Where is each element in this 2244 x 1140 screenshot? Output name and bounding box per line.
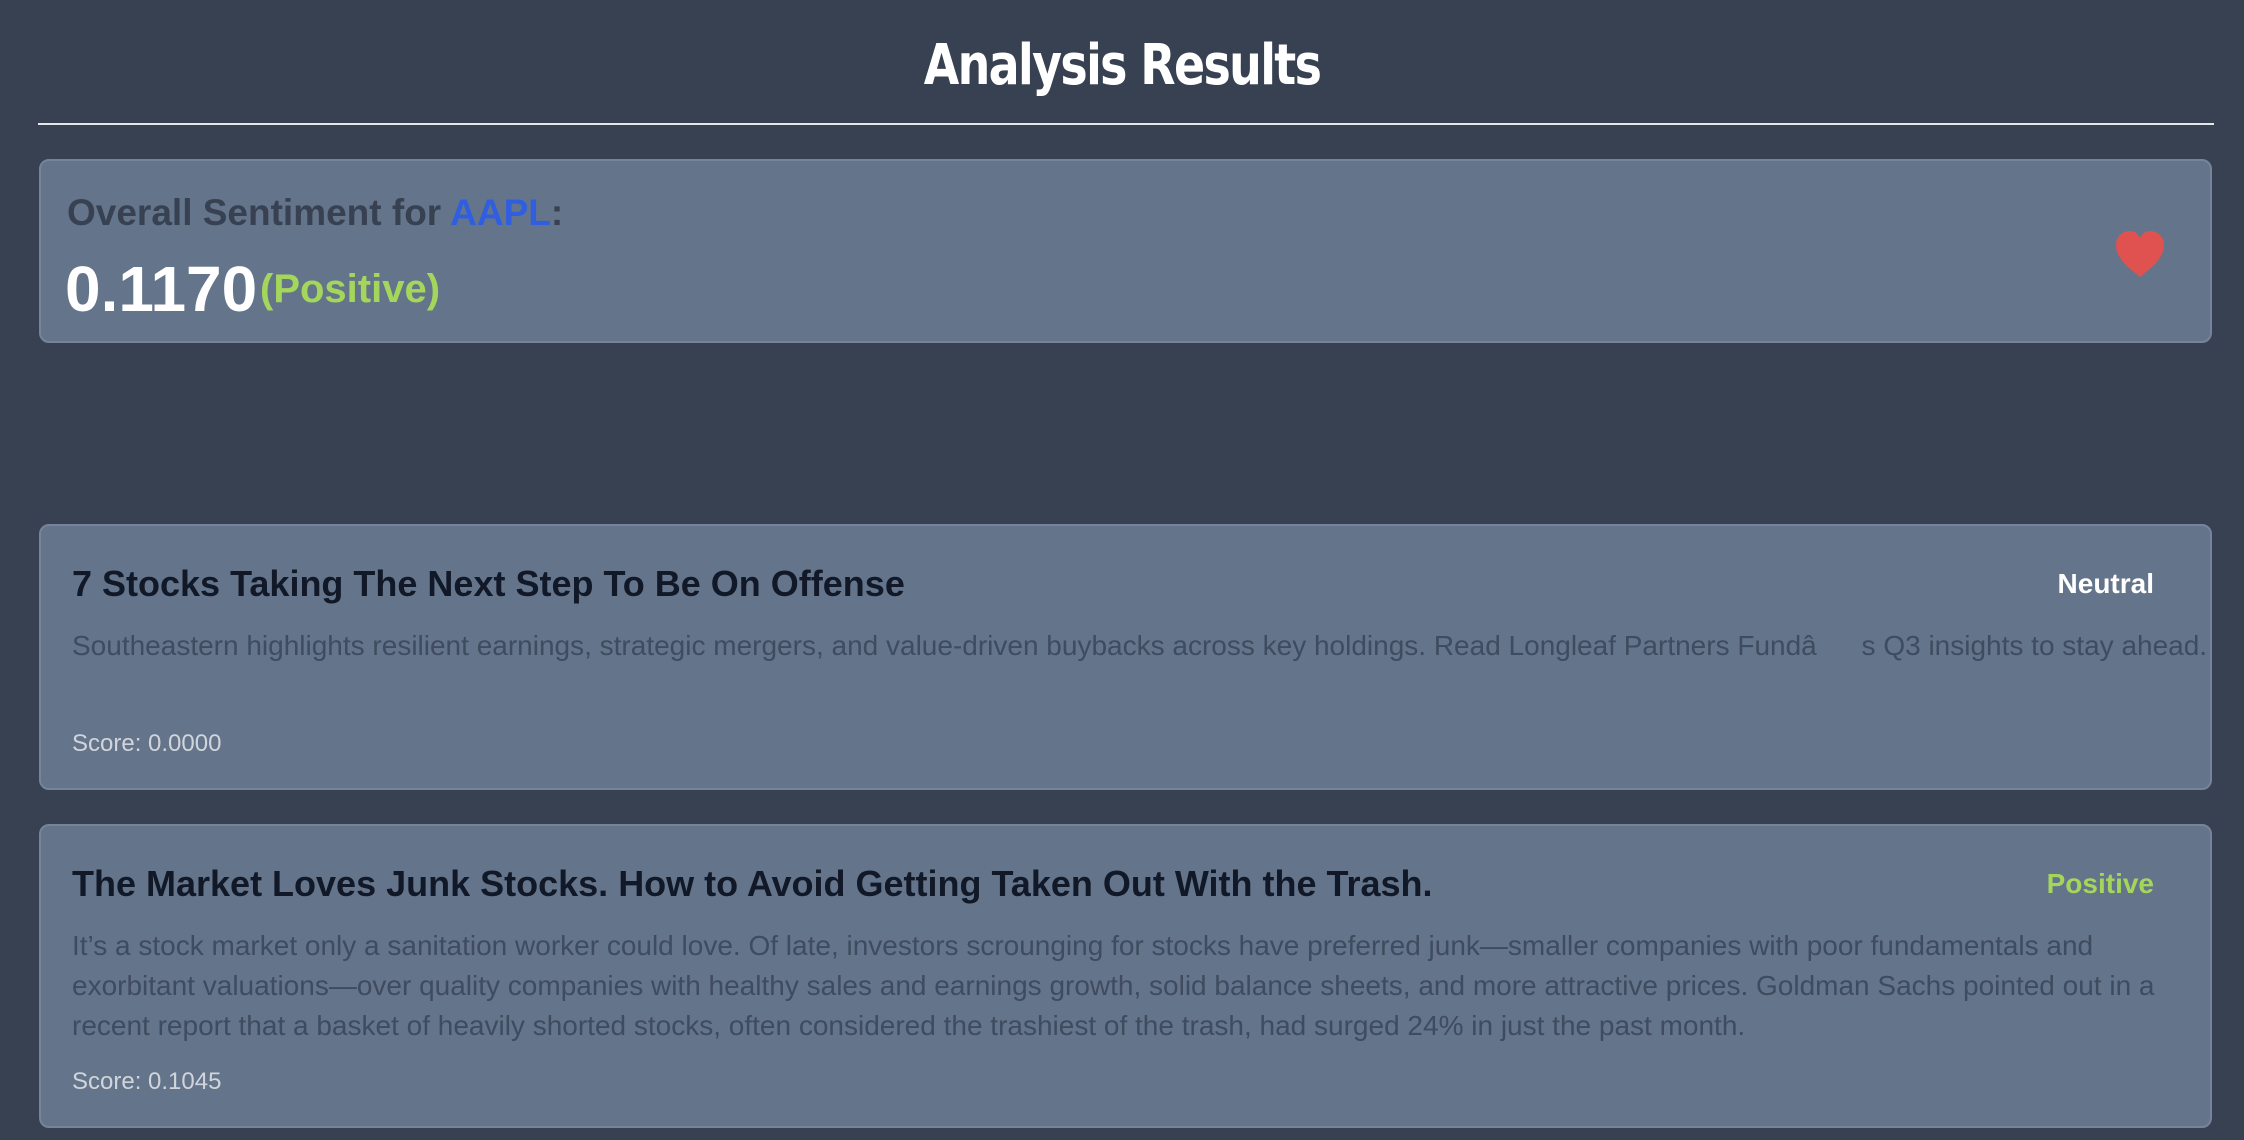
overall-sentiment-label: Overall Sentiment for AAPL: — [67, 191, 563, 235]
page-title: Analysis Results — [923, 33, 1322, 98]
overall-sentiment-score: 0.1170 — [65, 253, 258, 325]
overall-sentiment-colon: : — [550, 192, 564, 233]
article-card: 7 Stocks Taking The Next Step To Be On O… — [39, 524, 2212, 790]
article-title: 7 Stocks Taking The Next Step To Be On O… — [72, 563, 905, 604]
title-divider — [38, 123, 2214, 125]
overall-sentiment-card: Overall Sentiment for AAPL: 0.1170 (Posi… — [39, 159, 2212, 343]
article-score: Score: 0.0000 — [72, 730, 222, 757]
article-title: The Market Loves Junk Stocks. How to Avo… — [72, 863, 1433, 904]
overall-sentiment-label-positive: (Positive) — [260, 267, 441, 311]
overall-sentiment-prefix: Overall Sentiment for — [67, 192, 451, 233]
heart-icon — [2116, 231, 2164, 277]
article-summary: Southeastern highlights resilient earnin… — [72, 630, 2208, 661]
sentiment-badge: Neutral — [2057, 568, 2154, 599]
article-score: Score: 0.1045 — [72, 1068, 222, 1095]
ticker-symbol: AAPL — [450, 192, 551, 233]
article-card: The Market Loves Junk Stocks. How to Avo… — [39, 824, 2212, 1128]
sentiment-badge: Positive — [2046, 868, 2154, 899]
article-summary: It’s a stock market only a sanitation wo… — [72, 930, 2155, 1041]
